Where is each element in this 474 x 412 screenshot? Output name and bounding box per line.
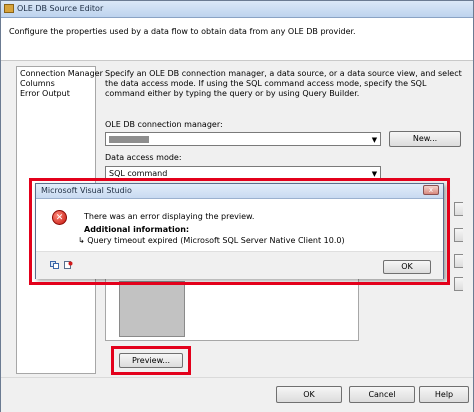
app-icon	[4, 4, 14, 13]
dialog-title: Microsoft Visual Studio	[41, 186, 132, 195]
dialog-title-bar[interactable]: Microsoft Visual Studio x	[36, 184, 443, 199]
error-detail-text: Query timeout expired (Microsoft SQL Ser…	[87, 236, 345, 245]
ok-button[interactable]: OK	[276, 386, 342, 403]
connection-manager-select[interactable]: ▼	[105, 132, 381, 146]
help-button[interactable]: Help	[419, 386, 469, 403]
nav-item-columns[interactable]: Columns	[20, 79, 95, 89]
error-icon: ✕	[52, 210, 67, 225]
cancel-button[interactable]: Cancel	[349, 386, 415, 403]
data-access-mode-value: SQL command	[109, 169, 168, 178]
window-title: OLE DB Source Editor	[17, 4, 104, 13]
editor-description: Configure the properties used by a data …	[9, 27, 356, 36]
new-connection-button[interactable]: New...	[389, 131, 461, 147]
copy-icon[interactable]	[50, 261, 59, 269]
side-button-2[interactable]	[454, 228, 463, 242]
chevron-down-icon[interactable]: ▼	[369, 167, 380, 179]
chevron-down-icon[interactable]: ▼	[369, 133, 380, 145]
side-button-4[interactable]	[454, 277, 463, 291]
detail-arrow-icon: ↳	[78, 236, 85, 245]
error-dialog: Microsoft Visual Studio x ✕ There was an…	[35, 183, 444, 279]
nav-item-connection-manager[interactable]: Connection Manager	[20, 69, 103, 79]
instructions-text: Specify an OLE DB connection manager, a …	[105, 69, 462, 98]
side-button-3[interactable]	[454, 254, 463, 268]
sql-command-text-area[interactable]	[105, 279, 359, 341]
gray-placeholder-box	[119, 281, 185, 337]
connection-manager-value-redacted	[109, 136, 149, 143]
description-area: Configure the properties used by a data …	[1, 18, 473, 61]
dialog-button-bar: OK	[36, 251, 443, 279]
error-message: There was an error displaying the previe…	[84, 212, 255, 221]
connection-manager-label: OLE DB connection manager:	[105, 120, 223, 129]
footer-bar: OK Cancel Help	[1, 377, 473, 412]
technical-details-icon[interactable]	[64, 261, 73, 269]
dialog-ok-button[interactable]: OK	[383, 260, 431, 274]
side-button-1[interactable]	[454, 202, 463, 216]
error-detail: ↳ Query timeout expired (Microsoft SQL S…	[78, 236, 345, 245]
data-access-mode-select[interactable]: SQL command ▼	[105, 166, 381, 180]
data-access-mode-label: Data access mode:	[105, 153, 182, 162]
preview-button[interactable]: Preview...	[119, 353, 183, 368]
title-bar[interactable]: OLE DB Source Editor	[1, 1, 473, 18]
close-icon[interactable]: x	[423, 185, 439, 195]
nav-item-error-output[interactable]: Error Output	[20, 89, 95, 99]
additional-information-label: Additional information:	[84, 225, 190, 234]
